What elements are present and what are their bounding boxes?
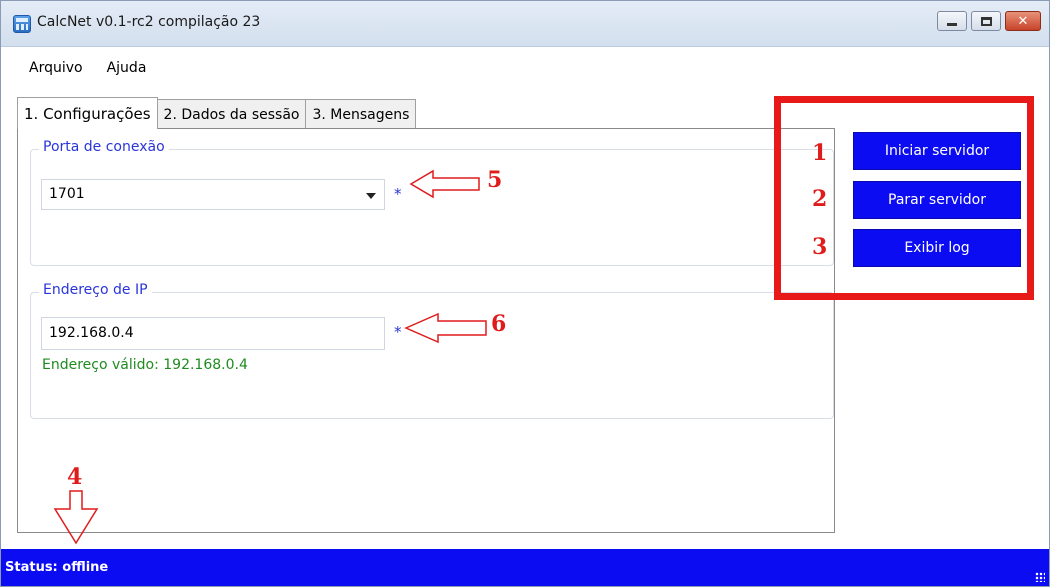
- ip-validation-message: Endereço válido: 192.168.0.4: [42, 357, 248, 373]
- annotation-number-3: 3: [812, 234, 828, 260]
- ip-group-legend: Endereço de IP: [39, 282, 152, 298]
- start-server-button[interactable]: Iniciar servidor: [853, 132, 1021, 170]
- resize-grip-icon[interactable]: [1035, 572, 1045, 582]
- menu-bar: Arquivo Ajuda: [1, 58, 150, 84]
- minimize-button[interactable]: [937, 11, 967, 31]
- tab-configuracoes[interactable]: 1. Configurações: [17, 97, 158, 130]
- annotation-number-2: 2: [812, 186, 828, 212]
- ip-input-value: 192.168.0.4: [49, 325, 134, 341]
- tab-strip: 1. Configurações 2. Dados da sessão 3. M…: [17, 97, 417, 130]
- ip-input[interactable]: 192.168.0.4: [41, 317, 385, 350]
- close-icon: ✕: [1017, 13, 1029, 29]
- annotation-arrow-5: [409, 169, 480, 199]
- maximize-icon: [980, 16, 992, 26]
- status-text: Status: offline: [5, 560, 109, 575]
- annotation-number-4: 4: [67, 464, 83, 490]
- app-window: CalcNet v0.1-rc2 compilação 23 ✕ Arquivo…: [0, 0, 1050, 587]
- tab-mensagens[interactable]: 3. Mensagens: [305, 99, 417, 129]
- menu-ajuda[interactable]: Ajuda: [103, 58, 151, 84]
- port-group: Porta de conexão 1701 *: [30, 139, 834, 266]
- annotation-number-5: 5: [487, 167, 503, 193]
- tab-dados-sessao[interactable]: 2. Dados da sessão: [156, 99, 307, 129]
- show-log-button[interactable]: Exibir log: [853, 229, 1021, 267]
- port-combobox[interactable]: 1701: [41, 179, 385, 210]
- chevron-down-icon[interactable]: [366, 193, 376, 199]
- port-required-mark: *: [394, 185, 402, 203]
- minimize-icon: [947, 22, 957, 26]
- annotation-number-1: 1: [812, 140, 828, 166]
- annotation-arrow-6: [404, 312, 487, 344]
- window-title: CalcNet v0.1-rc2 compilação 23: [37, 14, 261, 30]
- annotation-number-6: 6: [491, 311, 507, 337]
- status-bar: Status: offline: [1, 549, 1049, 586]
- menu-arquivo[interactable]: Arquivo: [25, 58, 87, 84]
- ip-required-mark: *: [394, 323, 402, 341]
- port-combobox-value: 1701: [49, 186, 85, 202]
- close-button[interactable]: ✕: [1005, 11, 1041, 31]
- maximize-button[interactable]: [971, 11, 1001, 31]
- annotation-arrow-4: [53, 490, 99, 545]
- stop-server-button[interactable]: Parar servidor: [853, 181, 1021, 219]
- window-controls: ✕: [937, 11, 1041, 31]
- port-group-legend: Porta de conexão: [39, 139, 169, 155]
- title-bar[interactable]: CalcNet v0.1-rc2 compilação 23 ✕: [1, 1, 1049, 47]
- calculator-icon: [13, 15, 31, 33]
